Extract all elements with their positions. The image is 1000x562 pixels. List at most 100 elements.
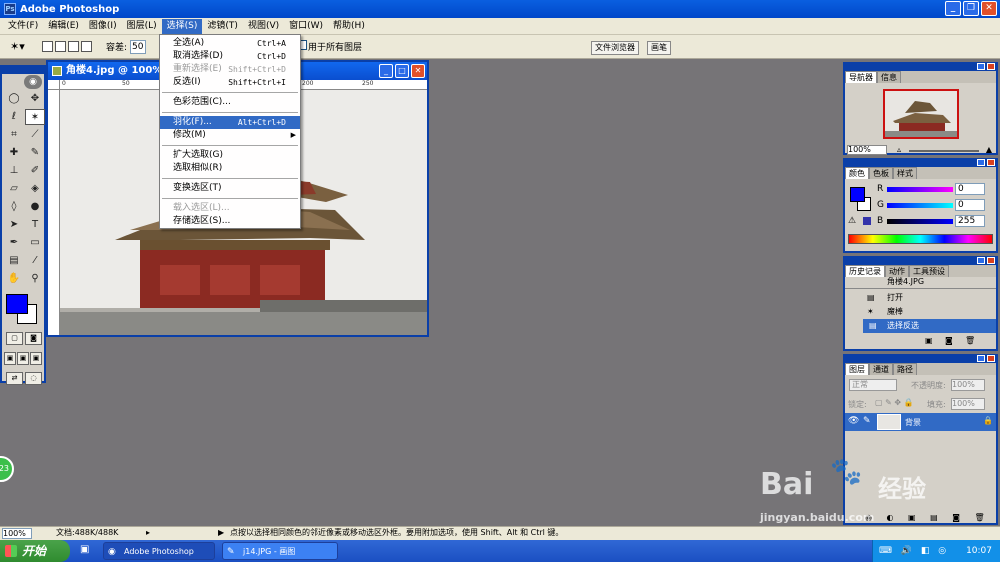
hand-tool-icon[interactable]: ✋	[4, 271, 24, 287]
crop-tool-icon[interactable]: ⌗	[4, 127, 24, 143]
tab-channels[interactable]: 通道	[869, 363, 893, 375]
opacity-input[interactable]: 100%	[951, 379, 985, 391]
menu-modify[interactable]: 修改(M) ▶	[160, 129, 300, 142]
eye-icon[interactable]: 👁	[848, 416, 859, 426]
tab-info[interactable]: 信息	[877, 71, 901, 83]
intersect-selection-icon[interactable]	[81, 41, 92, 52]
zoom-out-icon[interactable]: ▵	[893, 145, 905, 155]
menu-view[interactable]: 视图(V)	[243, 19, 284, 34]
start-button[interactable]: 开始	[0, 540, 70, 562]
history-snapshot[interactable]: 角楼4.JPG	[845, 277, 996, 289]
menu-file[interactable]: 文件(F)	[3, 19, 43, 34]
status-zoom-field[interactable]: 100%	[2, 528, 32, 539]
standard-mode-icon[interactable]: ▢	[6, 332, 23, 345]
panel-minimize-button[interactable]	[977, 257, 985, 264]
clock[interactable]: 10:07	[966, 540, 992, 562]
close-button[interactable]: ✕	[981, 1, 997, 16]
dodge-tool-icon[interactable]: ●	[25, 199, 45, 215]
tab-navigator[interactable]: 导航器	[845, 71, 877, 83]
clone-stamp-icon[interactable]: ⊥	[4, 163, 24, 179]
tab-styles[interactable]: 样式	[893, 167, 917, 179]
navigator-zoom-field[interactable]: 100%	[847, 145, 887, 155]
new-document-from-state-icon[interactable]: ▣	[925, 336, 933, 345]
panel-close-button[interactable]	[987, 355, 995, 362]
menu-select-all[interactable]: 全选(A) Ctrl+A	[160, 37, 300, 50]
menu-select[interactable]: 选择(S)	[161, 18, 203, 34]
new-selection-icon[interactable]	[42, 41, 53, 52]
paint-bucket-icon[interactable]: ◈	[25, 181, 45, 197]
menu-layer[interactable]: 图层(L)	[122, 19, 162, 34]
lasso-tool-icon[interactable]: ℓ	[4, 109, 24, 125]
foreground-color-swatch[interactable]	[6, 294, 28, 314]
menu-window[interactable]: 窗口(W)	[284, 19, 328, 34]
color-spectrum-bar[interactable]	[848, 234, 993, 244]
imageready-icon[interactable]: ◌	[25, 372, 42, 385]
healing-brush-icon[interactable]: ✚	[4, 145, 24, 161]
doc-size-info[interactable]: 文档:488K/488K	[56, 527, 118, 539]
menu-similar[interactable]: 选取相似(R)	[160, 162, 300, 175]
quick-mask-icon[interactable]: ◙	[25, 332, 42, 345]
ruler-origin[interactable]	[48, 80, 60, 90]
tolerance-input[interactable]: 50	[130, 39, 147, 54]
panel-close-button[interactable]	[987, 257, 995, 264]
slice-tool-icon[interactable]: ⟋	[25, 127, 45, 143]
history-item-active[interactable]: 选择反选	[863, 319, 996, 333]
green-slider[interactable]	[887, 203, 953, 208]
tab-history[interactable]: 历史记录	[845, 265, 885, 277]
move-tool-icon[interactable]: ✥	[25, 91, 45, 107]
screen-mode-full-icon[interactable]: ▣	[30, 352, 42, 365]
taskbar-item-paint[interactable]: ✎ j14.JPG - 画图	[222, 542, 338, 560]
eyedropper-icon[interactable]: ⁄	[25, 253, 45, 269]
status-arrow-icon[interactable]: ▸	[146, 527, 150, 539]
brush-tool-icon[interactable]: ✎	[25, 145, 45, 161]
menu-feather[interactable]: 羽化(F)... Alt+Ctrl+D	[160, 116, 300, 129]
menu-deselect[interactable]: 取消选择(D) Ctrl+D	[160, 50, 300, 63]
panel-close-button[interactable]	[987, 159, 995, 166]
blue-slider[interactable]	[887, 219, 953, 224]
fill-input[interactable]: 100%	[951, 398, 985, 410]
menu-help[interactable]: 帮助(H)	[328, 19, 370, 34]
layer-row-background[interactable]: 👁 ✎ 背景 🔒	[845, 413, 996, 431]
websafe-color-chip[interactable]	[863, 217, 871, 225]
menu-save-selection[interactable]: 存储选区(S)...	[160, 215, 300, 228]
subtract-selection-icon[interactable]	[68, 41, 79, 52]
green-value-input[interactable]: 0	[955, 199, 985, 211]
notes-tool-icon[interactable]: ▤	[4, 253, 24, 269]
panel-minimize-button[interactable]	[977, 355, 985, 362]
panel-minimize-button[interactable]	[977, 159, 985, 166]
blur-tool-icon[interactable]: ◊	[4, 199, 24, 215]
tray-icons[interactable]: ⌨ 🔊 ◧ ◎	[879, 540, 949, 562]
notification-badge[interactable]: 23	[0, 456, 14, 482]
tab-paths[interactable]: 路径	[893, 363, 917, 375]
tab-actions[interactable]: 动作	[885, 265, 909, 277]
magic-wand-tool-icon[interactable]: ✶	[25, 109, 45, 125]
doc-close-button[interactable]: ✕	[411, 64, 425, 78]
zoom-slider[interactable]	[909, 150, 979, 152]
gamut-warning-icon[interactable]: ⚠	[848, 216, 856, 226]
menu-transform-selection[interactable]: 变换选区(T)	[160, 182, 300, 195]
menu-filter[interactable]: 滤镜(T)	[202, 19, 243, 34]
delete-state-icon[interactable]: 🗑	[965, 336, 975, 345]
doc-minimize-button[interactable]: _	[379, 64, 393, 78]
photoshop-eye-icon[interactable]: ◉	[24, 75, 42, 89]
marquee-tool-icon[interactable]: ◯	[4, 91, 24, 107]
minimize-button[interactable]: _	[945, 1, 961, 16]
eraser-tool-icon[interactable]: ▱	[4, 181, 24, 197]
menu-image[interactable]: 图像(I)	[84, 19, 122, 34]
brushes-tab[interactable]: 画笔	[647, 41, 671, 55]
menu-grow[interactable]: 扩大选取(G)	[160, 149, 300, 162]
zoom-in-icon[interactable]: ▲	[983, 145, 995, 155]
menu-color-range[interactable]: 色彩范围(C)...	[160, 96, 300, 109]
tab-layers[interactable]: 图层	[845, 363, 869, 375]
red-value-input[interactable]: 0	[955, 183, 985, 195]
blue-value-input[interactable]: 255	[955, 215, 985, 227]
add-to-selection-icon[interactable]	[55, 41, 66, 52]
pen-tool-icon[interactable]: ✒	[4, 235, 24, 251]
shape-tool-icon[interactable]: ▭	[25, 235, 45, 251]
show-desktop-icon[interactable]: ▣	[80, 544, 89, 555]
navigator-thumbnail[interactable]	[883, 89, 959, 139]
panel-close-button[interactable]	[987, 63, 995, 70]
taskbar-item-photoshop[interactable]: ◉ Adobe Photoshop	[103, 542, 215, 560]
red-slider[interactable]	[887, 187, 953, 192]
menu-edit[interactable]: 编辑(E)	[43, 19, 84, 34]
